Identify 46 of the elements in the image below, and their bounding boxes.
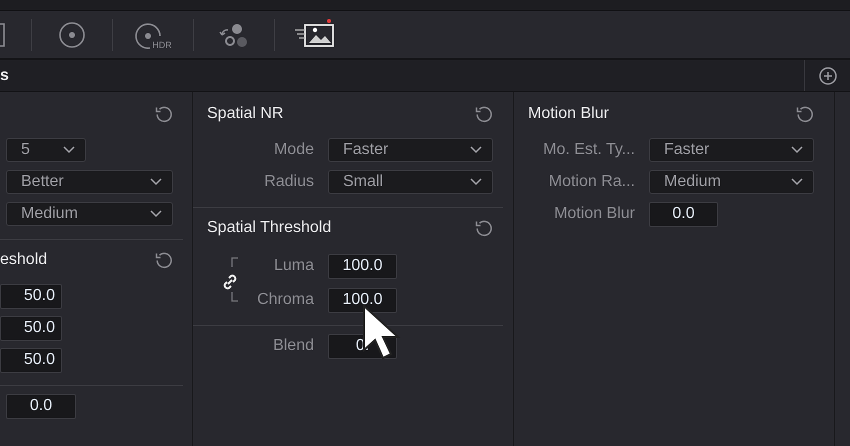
number-field[interactable]: 100.0 <box>328 288 397 312</box>
section-title: eshold <box>0 251 48 269</box>
dropdown[interactable]: Better <box>6 170 173 194</box>
dropdown[interactable]: Medium <box>6 202 173 226</box>
section-title: Spatial Threshold <box>207 219 332 237</box>
target-icon[interactable] <box>58 20 86 48</box>
field-label: Mo. Est. Ty... <box>542 141 635 159</box>
field-label: Radius <box>263 173 314 191</box>
reset-icon[interactable] <box>475 219 493 237</box>
dropdown[interactable]: Small <box>328 170 493 194</box>
number-field[interactable]: 0.0 <box>649 202 718 226</box>
reset-icon[interactable] <box>155 251 173 269</box>
bracket-line <box>231 257 238 267</box>
number-field[interactable]: 100.0 <box>328 254 397 278</box>
bracket-icon[interactable] <box>0 22 6 46</box>
field-label: Luma <box>272 257 314 275</box>
dropdown[interactable]: 5 <box>6 138 86 162</box>
chevron-icon <box>63 146 75 154</box>
field-label: Motion Ra... <box>548 173 635 191</box>
section-title: Motion Blur <box>528 105 609 123</box>
field-label: Chroma <box>256 291 314 309</box>
number-field[interactable]: 50.0 <box>0 316 62 340</box>
dropdown[interactable]: Faster <box>649 138 814 162</box>
add-icon[interactable] <box>818 66 838 86</box>
number-field[interactable]: 50.0 <box>0 348 62 372</box>
chevron-icon <box>150 210 162 218</box>
panel-title: s <box>0 66 9 84</box>
image-icon[interactable] <box>295 22 335 48</box>
number-field[interactable]: 0.0 <box>6 394 76 418</box>
section-title: Spatial NR <box>207 105 284 123</box>
bracket-line <box>231 292 238 302</box>
dropdown[interactable]: Faster <box>328 138 493 162</box>
reset-icon[interactable] <box>796 105 814 123</box>
dropdown[interactable]: Medium <box>649 170 814 194</box>
reset-icon[interactable] <box>475 105 493 123</box>
chevron-icon <box>150 178 162 186</box>
reset-icon[interactable] <box>155 105 173 123</box>
field-label: Blend <box>272 337 314 355</box>
field-label: Motion Blur <box>553 205 635 223</box>
link-icon[interactable] <box>222 274 238 290</box>
chevron-icon <box>791 146 803 154</box>
chevron-icon <box>791 178 803 186</box>
chevron-icon <box>470 178 482 186</box>
field-label: Mode <box>272 141 314 159</box>
chevron-icon <box>470 146 482 154</box>
number-field[interactable]: 50.0 <box>0 284 62 308</box>
